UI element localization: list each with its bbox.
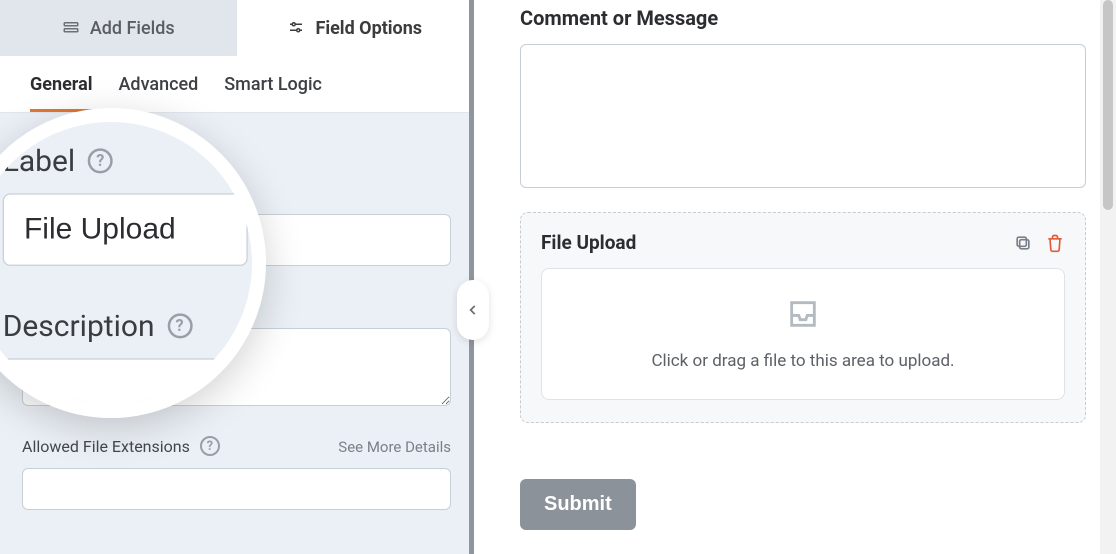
upload-dropzone[interactable]: Click or drag a file to this area to upl… [541, 268, 1065, 400]
comment-label: Comment or Message [520, 6, 1086, 30]
tab-add-fields-label: Add Fields [90, 18, 175, 39]
help-icon[interactable]: ? [138, 294, 158, 314]
group-description: Description ? [22, 292, 451, 410]
field-header: File Upload (ID #6) [22, 137, 451, 156]
tab-field-options[interactable]: Field Options [237, 0, 474, 56]
file-upload-title: File Upload [541, 231, 636, 254]
top-tabs: Add Fields Field Options [0, 0, 473, 56]
field-header-name: File Upload [22, 137, 102, 156]
see-more-link[interactable]: See More Details [338, 438, 451, 456]
scrollbar[interactable] [1100, 0, 1116, 554]
allowed-ext-label: Allowed File Extensions [22, 437, 190, 456]
description-textarea[interactable] [22, 328, 451, 406]
subtab-advanced[interactable]: Advanced [119, 74, 199, 112]
help-icon[interactable]: ? [200, 436, 220, 456]
description-label: Description [22, 292, 128, 316]
comment-textarea[interactable] [520, 44, 1086, 188]
group-label: Label ? [22, 178, 451, 266]
delete-icon[interactable] [1045, 233, 1065, 253]
form-preview-panel: Comment or Message File Upload Clic [474, 0, 1116, 554]
help-icon[interactable]: ? [83, 180, 103, 200]
app-root: Add Fields Field Options General Advance… [0, 0, 1116, 554]
duplicate-icon[interactable] [1013, 233, 1033, 253]
label-label: Label [22, 178, 73, 202]
tab-add-fields[interactable]: Add Fields [0, 0, 237, 56]
subtabs: General Advanced Smart Logic [0, 56, 473, 113]
field-options-body: File Upload (ID #6) Label ? Description … [0, 113, 473, 510]
subtab-smart-logic[interactable]: Smart Logic [224, 74, 322, 112]
scrollbar-thumb[interactable] [1103, 0, 1113, 210]
label-input[interactable] [22, 214, 451, 266]
file-upload-field-card[interactable]: File Upload Click or drag a file to this… [520, 212, 1086, 423]
left-panel: Add Fields Field Options General Advance… [0, 0, 474, 554]
dropzone-text: Click or drag a file to this area to upl… [651, 351, 954, 371]
collapse-panel-button[interactable] [457, 280, 489, 340]
subtab-general[interactable]: General [30, 74, 93, 112]
add-fields-icon [62, 19, 80, 37]
tab-field-options-label: Field Options [315, 18, 422, 39]
inbox-icon [783, 297, 823, 335]
field-actions [1013, 233, 1065, 253]
group-allowed-extensions: Allowed File Extensions ? See More Detai… [22, 436, 451, 510]
field-header-id: (ID #6) [106, 137, 155, 156]
field-options-icon [287, 19, 305, 37]
submit-button[interactable]: Submit [520, 479, 636, 530]
allowed-ext-input[interactable] [22, 468, 451, 510]
